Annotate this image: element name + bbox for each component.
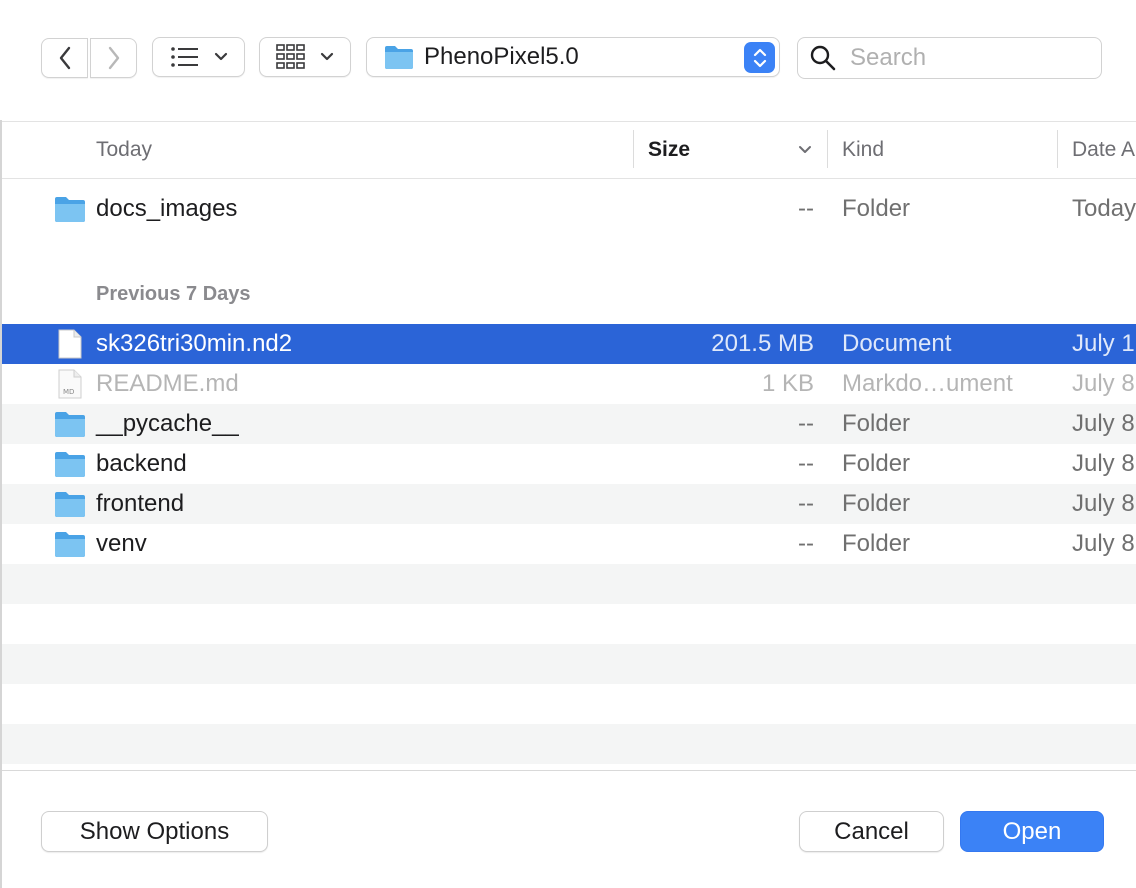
- back-button[interactable]: [41, 38, 88, 78]
- item-name: docs_images: [96, 195, 238, 222]
- toolbar: PhenoPixel5.0: [0, 0, 1136, 120]
- list-item[interactable]: docs_images -- Folder Today: [2, 189, 1136, 229]
- list-item[interactable]: __pycache__ -- Folder July 8: [2, 404, 1136, 444]
- item-kind: Markdo…ument: [842, 370, 1013, 397]
- grid-icon: [276, 44, 305, 69]
- search-field[interactable]: [797, 37, 1102, 79]
- item-size: --: [798, 410, 814, 437]
- column-kind[interactable]: Kind: [842, 122, 884, 178]
- item-kind: Folder: [842, 450, 911, 477]
- chevron-right-icon: [108, 46, 119, 70]
- item-size: 201.5 MB: [711, 330, 814, 357]
- location-label: PhenoPixel5.0: [424, 43, 579, 70]
- item-kind: Document: [842, 330, 952, 357]
- location-stepper[interactable]: [744, 42, 775, 73]
- folder-icon: [54, 524, 86, 564]
- cancel-button[interactable]: Cancel: [799, 811, 944, 852]
- list-item[interactable]: MD README.md 1 KB Markdo…ument July 8: [2, 364, 1136, 404]
- list-item-selected[interactable]: sk326tri30min.nd2 201.5 MB Document July…: [2, 324, 1136, 364]
- markdown-file-icon: MD: [54, 364, 86, 404]
- item-size: 1 KB: [761, 370, 814, 397]
- folder-icon: [385, 46, 413, 69]
- item-date: Today: [1072, 195, 1136, 222]
- chevron-down-icon: [214, 52, 227, 61]
- item-name: backend: [96, 450, 187, 477]
- open-button[interactable]: Open: [960, 811, 1104, 852]
- item-size: --: [798, 530, 814, 557]
- folder-icon: [54, 404, 86, 444]
- folder-icon: [54, 484, 86, 524]
- folder-icon: [54, 189, 86, 229]
- column-separator[interactable]: [1057, 130, 1058, 168]
- item-name: sk326tri30min.nd2: [96, 330, 293, 357]
- empty-row: [2, 724, 1136, 764]
- item-date: July 8: [1072, 450, 1135, 477]
- item-name: README.md: [96, 370, 239, 397]
- empty-row: [2, 564, 1136, 604]
- list-item[interactable]: backend -- Folder July 8: [2, 444, 1136, 484]
- column-size-label: Size: [648, 138, 691, 161]
- file-list: docs_images -- Folder Today Previous 7 D…: [2, 179, 1136, 769]
- chevron-left-icon: [59, 46, 70, 70]
- item-size: --: [798, 450, 814, 477]
- list-view-button[interactable]: [152, 37, 245, 77]
- column-header: Today Size Kind Date A: [2, 121, 1136, 179]
- item-kind: Folder: [842, 195, 911, 222]
- group-header-previous-7-days: Previous 7 Days: [96, 283, 251, 305]
- footer-divider: [2, 770, 1136, 771]
- search-icon: [810, 45, 836, 71]
- show-options-button[interactable]: Show Options: [41, 811, 268, 852]
- column-size[interactable]: Size: [648, 122, 812, 178]
- item-date: July 1: [1072, 330, 1135, 357]
- list-icon: [170, 47, 198, 67]
- search-input[interactable]: [848, 43, 1082, 73]
- item-date: July 8: [1072, 410, 1135, 437]
- empty-row: [2, 604, 1136, 644]
- item-size: --: [798, 490, 814, 517]
- empty-row: [2, 684, 1136, 724]
- sort-descending-icon: [799, 146, 811, 153]
- item-size: --: [798, 195, 814, 222]
- item-kind: Folder: [842, 410, 911, 437]
- item-date: July 8: [1072, 370, 1135, 397]
- list-item[interactable]: frontend -- Folder July 8: [2, 484, 1136, 524]
- folder-icon: [54, 444, 86, 484]
- document-icon: [54, 324, 86, 364]
- list-item[interactable]: venv -- Folder July 8: [2, 524, 1136, 564]
- column-date[interactable]: Date A: [1072, 122, 1135, 178]
- empty-row: [2, 644, 1136, 684]
- chevron-down-icon: [320, 52, 334, 61]
- item-date: July 8: [1072, 530, 1135, 557]
- location-popup[interactable]: PhenoPixel5.0: [366, 37, 780, 77]
- item-name: frontend: [96, 490, 185, 517]
- item-date: July 8: [1072, 490, 1135, 517]
- item-name: venv: [96, 530, 147, 557]
- column-separator[interactable]: [633, 130, 634, 168]
- svg-text:MD: MD: [63, 388, 74, 396]
- column-separator[interactable]: [827, 130, 828, 168]
- up-down-arrows-icon: [753, 48, 766, 67]
- column-name[interactable]: Today: [96, 122, 152, 178]
- item-kind: Folder: [842, 530, 911, 557]
- item-kind: Folder: [842, 490, 911, 517]
- item-name: __pycache__: [96, 410, 239, 437]
- forward-button[interactable]: [90, 38, 137, 78]
- grouping-button[interactable]: [259, 37, 351, 77]
